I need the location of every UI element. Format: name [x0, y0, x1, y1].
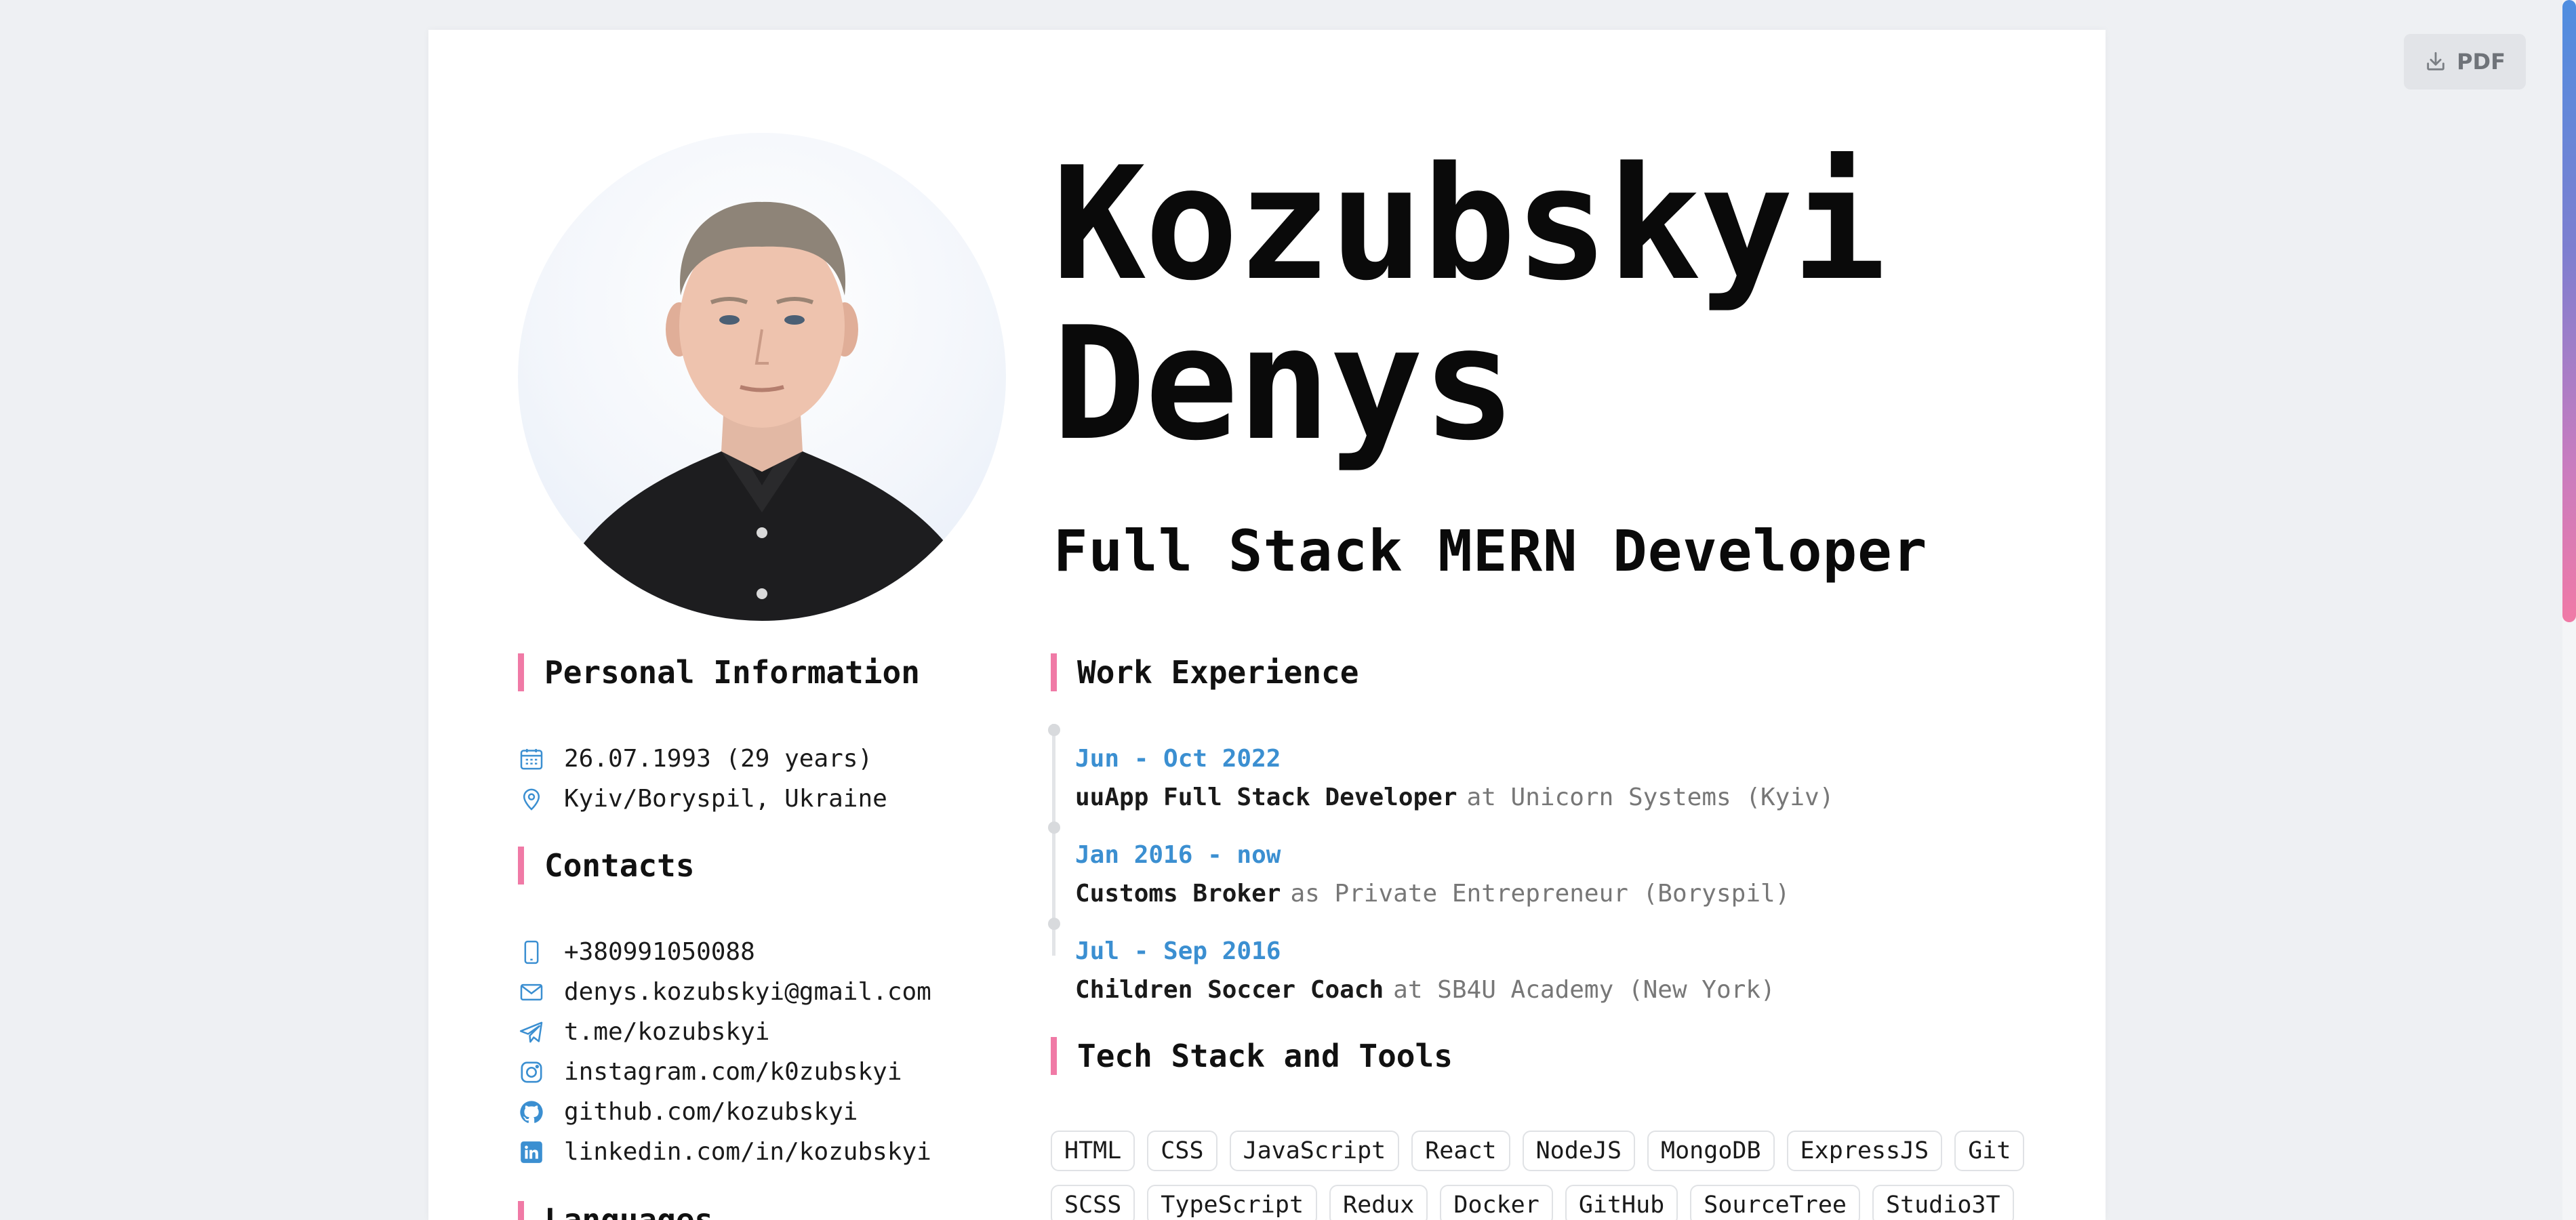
job-entry: Customs Broker as Private Entrepreneur (B…: [1075, 880, 1790, 908]
calendar-icon: [520, 748, 543, 769]
tech-tag: MongoDB: [1647, 1131, 1775, 1171]
job-entry: uuApp Full Stack Developer at Unicorn Sys…: [1075, 784, 1834, 811]
work-experience-heading: Work Experience: [1051, 653, 1359, 691]
tech-tag: GitHub: [1565, 1185, 1678, 1220]
job-company: as Private Entrepreneur (Boryspil): [1290, 880, 1790, 908]
tech-stack-heading: Tech Stack and Tools: [1051, 1037, 1453, 1075]
linkedin-icon: [521, 1141, 542, 1163]
contact-phone[interactable]: +380991050088: [518, 938, 755, 966]
location-row: Kyiv/Boryspil, Ukraine: [518, 785, 887, 813]
job-position: uuApp Full Stack Developer: [1075, 784, 1457, 811]
tech-tag: ExpressJS: [1786, 1131, 1943, 1171]
tech-tag: NodeJS: [1522, 1131, 1636, 1171]
location-text: Kyiv/Boryspil, Ukraine: [564, 785, 887, 813]
instagram-icon: [521, 1061, 542, 1082]
tech-tag: HTML: [1051, 1131, 1135, 1171]
name-line-1: Kozubskyi: [1052, 134, 1886, 315]
map-pin-icon: [523, 788, 540, 811]
tech-tag: Redux: [1329, 1185, 1428, 1220]
job-date: Jun - Oct 2022: [1075, 745, 1281, 773]
tech-tag-list: HTML CSS JavaScript React NodeJS MongoDB…: [1051, 1131, 2106, 1220]
telegram-icon: [519, 1021, 543, 1042]
job-position: Children Soccer Coach: [1075, 976, 1384, 1004]
telegram-text: t.me/kozubskyi: [564, 1018, 770, 1046]
tech-tag: JavaScript: [1229, 1131, 1400, 1171]
full-name: Kozubskyi Denys: [1052, 134, 1886, 475]
contact-instagram[interactable]: instagram.com/k0zubskyi: [518, 1058, 902, 1086]
languages-heading: Languages: [518, 1201, 713, 1220]
timeline-dot: [1048, 724, 1060, 736]
pdf-label: PDF: [2457, 49, 2505, 75]
tech-tag: CSS: [1147, 1131, 1217, 1171]
contact-email[interactable]: denys.kozubskyi@gmail.com: [518, 978, 931, 1006]
download-pdf-button[interactable]: PDF: [2404, 34, 2526, 89]
contact-github[interactable]: github.com/kozubskyi: [518, 1098, 858, 1126]
resume-page: Kozubskyi Denys Full Stack MERN Develope…: [428, 30, 2106, 1220]
mail-icon: [520, 983, 543, 1000]
linkedin-text: linkedin.com/in/kozubskyi: [564, 1138, 931, 1166]
job-date: Jul - Sep 2016: [1075, 937, 1281, 965]
phone-text: +380991050088: [564, 938, 755, 966]
instagram-text: instagram.com/k0zubskyi: [564, 1058, 902, 1086]
scrollbar-track[interactable]: [2562, 0, 2576, 1220]
personal-info-heading: Personal Information: [518, 653, 920, 691]
tech-tag: SourceTree: [1690, 1185, 1860, 1220]
job-entry: Children Soccer Coach at SB4U Academy (Ne…: [1075, 976, 1775, 1004]
job-company: at SB4U Academy (New York): [1393, 976, 1775, 1004]
job-company: at Unicorn Systems (Kyiv): [1466, 784, 1834, 811]
download-icon: [2427, 52, 2444, 70]
job-position: Customs Broker: [1075, 880, 1281, 908]
contacts-heading: Contacts: [518, 847, 695, 884]
scrollbar-thumb[interactable]: [2562, 0, 2576, 622]
birthdate-row: 26.07.1993 (29 years): [518, 745, 872, 773]
job-title: Full Stack MERN Developer: [1053, 518, 1928, 584]
profile-photo: [518, 133, 1006, 621]
github-text: github.com/kozubskyi: [564, 1098, 858, 1126]
tech-tag: React: [1411, 1131, 1510, 1171]
job-date: Jan 2016 - now: [1075, 841, 1281, 869]
contact-linkedin[interactable]: linkedin.com/in/kozubskyi: [518, 1138, 931, 1166]
tech-tag: TypeScript: [1147, 1185, 1318, 1220]
tech-tag: Git: [1954, 1131, 2025, 1171]
tech-tag: Docker: [1440, 1185, 1553, 1220]
birthdate-text: 26.07.1993 (29 years): [564, 745, 873, 773]
github-icon: [520, 1100, 543, 1123]
contact-telegram[interactable]: t.me/kozubskyi: [518, 1018, 769, 1046]
phone-icon: [524, 940, 539, 964]
timeline-dot: [1048, 821, 1060, 834]
email-text: denys.kozubskyi@gmail.com: [564, 978, 931, 1006]
name-line-2: Denys: [1052, 294, 1516, 475]
tech-tag: Studio3T: [1872, 1185, 2014, 1220]
tech-tag: SCSS: [1051, 1185, 1135, 1220]
timeline-dot: [1048, 918, 1060, 930]
